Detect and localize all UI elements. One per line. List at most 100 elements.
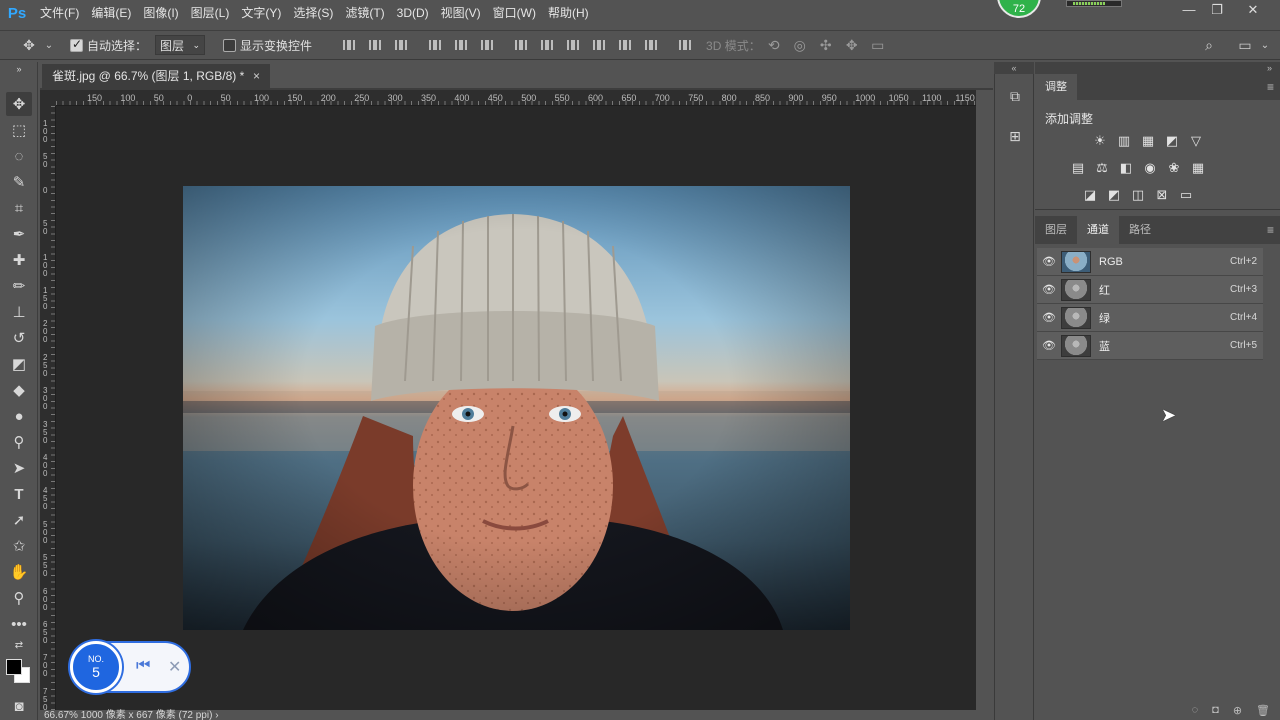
restore-button[interactable]: ❐ [1202, 0, 1232, 20]
foreground-color-swatch[interactable] [6, 659, 22, 675]
show-transform-checkbox[interactable] [223, 38, 237, 52]
gradient-map-icon[interactable]: ▭ [1177, 186, 1195, 204]
search-icon[interactable]: ⌕ [1196, 37, 1222, 54]
document-tab[interactable]: 雀斑.jpg @ 66.7% (图层 1, RGB/8) * × [42, 64, 270, 88]
channel-row-red[interactable]: 👁 红 Ctrl+3 [1037, 276, 1263, 304]
menu-edit[interactable]: 编辑(E) [85, 0, 137, 26]
auto-select-checkbox[interactable] [70, 37, 83, 52]
levels-icon[interactable]: ▥ [1115, 132, 1133, 150]
panel-menu-icon[interactable]: ≡ [1267, 80, 1274, 94]
eraser-tool-icon[interactable]: ◩ [6, 352, 32, 376]
black-white-icon[interactable]: ◧ [1117, 159, 1135, 177]
menu-help[interactable]: 帮助(H) [542, 0, 595, 26]
3d-pan-icon[interactable]: ✣ [813, 37, 839, 54]
lasso-tool-icon[interactable]: ◌ [6, 144, 32, 168]
panel-menu-icon[interactable]: ≡ [1267, 223, 1274, 237]
paint-bucket-tool-icon[interactable]: ◆ [6, 378, 32, 402]
pen-tool-icon[interactable]: ➤ [6, 456, 32, 480]
channel-row-rgb[interactable]: 👁 RGB Ctrl+2 [1037, 248, 1263, 276]
channel-row-blue[interactable]: 👁 蓝 Ctrl+5 [1037, 332, 1263, 360]
menu-file[interactable]: 文件(F) [34, 0, 85, 26]
align-right-icon[interactable] [474, 35, 500, 55]
panels-collapse-icon[interactable]: » [1035, 62, 1280, 74]
auto-align-icon[interactable] [672, 35, 698, 55]
history-brush-tool-icon[interactable]: ↺ [6, 326, 32, 350]
show-transform-toggle[interactable]: 显示变换控件 [223, 37, 312, 54]
horizontal-ruler[interactable]: 150 100 50 0 50 100 150 200 250 300 350 400 450 500 55… [56, 90, 976, 106]
brightness-contrast-icon[interactable]: ☀ [1091, 132, 1109, 150]
invert-icon[interactable]: ◪ [1081, 186, 1099, 204]
distribute-bottom-icon[interactable] [560, 35, 586, 55]
3d-rotate-icon[interactable]: ⟲ [761, 37, 787, 54]
save-selection-icon[interactable]: ◘ [1212, 704, 1219, 720]
path-select-tool-icon[interactable]: ➚ [6, 508, 32, 532]
3d-roll-icon[interactable]: ◎ [787, 37, 813, 54]
align-left-icon[interactable] [422, 35, 448, 55]
dodge-tool-icon[interactable]: ⚲ [6, 430, 32, 454]
crop-tool-icon[interactable]: ⌗ [6, 196, 32, 220]
dock-collapse-icon[interactable]: « [994, 62, 1034, 74]
ruler-corner[interactable] [40, 90, 56, 106]
eyedropper-tool-icon[interactable]: ✒ [6, 222, 32, 246]
menu-filter[interactable]: 滤镜(T) [339, 0, 390, 26]
move-tool-icon[interactable]: ✥ [6, 92, 32, 116]
distribute-left-icon[interactable] [586, 35, 612, 55]
quick-select-tool-icon[interactable]: ✎ [6, 170, 32, 194]
quick-mask-icon[interactable]: ◙ [6, 694, 32, 718]
3d-scale-icon[interactable]: ▭ [865, 37, 891, 54]
zoom-tool-icon[interactable]: ⚲ [6, 586, 32, 610]
eye-icon[interactable]: 👁 [1039, 283, 1059, 296]
curves-icon[interactable]: ▦ [1139, 132, 1157, 150]
swap-colors-icon[interactable]: ⇄ [6, 638, 32, 652]
align-bottom-icon[interactable] [388, 35, 414, 55]
close-window-button[interactable]: ✕ [1238, 0, 1268, 20]
menu-window[interactable]: 窗口(W) [487, 0, 542, 26]
clone-stamp-tool-icon[interactable]: ⊥ [6, 300, 32, 324]
chevron-down-icon[interactable]: ⌄ [1258, 40, 1272, 51]
channel-row-green[interactable]: 👁 绿 Ctrl+4 [1037, 304, 1263, 332]
menu-view[interactable]: 视图(V) [435, 0, 487, 26]
blur-tool-icon[interactable]: ● [6, 404, 32, 428]
selective-color-icon[interactable]: ⊠ [1153, 186, 1171, 204]
properties-panel-icon[interactable]: ⊞ [1005, 126, 1025, 146]
auto-select-target-dropdown[interactable]: 图层 ⌄ [155, 35, 206, 55]
healing-brush-tool-icon[interactable]: ✚ [6, 248, 32, 272]
distribute-vcenter-icon[interactable] [534, 35, 560, 55]
menu-layer[interactable]: 图层(L) [185, 0, 236, 26]
minimize-button[interactable]: — [1174, 0, 1204, 20]
menu-type[interactable]: 文字(Y) [235, 0, 287, 26]
menu-select[interactable]: 选择(S) [287, 0, 339, 26]
type-tool-icon[interactable]: T [6, 482, 32, 506]
eye-icon[interactable]: 👁 [1039, 339, 1059, 352]
hand-tool-icon[interactable]: ✋ [6, 560, 32, 584]
close-icon[interactable]: × [253, 64, 260, 88]
3d-slide-icon[interactable]: ✥ [839, 37, 865, 54]
close-icon[interactable]: ✕ [168, 657, 181, 677]
tab-paths[interactable]: 路径 [1119, 216, 1161, 244]
skip-back-icon[interactable]: ⏮ [136, 657, 150, 675]
document-scrollbar[interactable] [976, 90, 993, 710]
brush-tool-icon[interactable]: ✏ [6, 274, 32, 298]
more-tools-icon[interactable]: ••• [6, 612, 32, 636]
photo-filter-icon[interactable]: ◉ [1141, 159, 1159, 177]
eye-icon[interactable]: 👁 [1039, 311, 1059, 324]
document-image[interactable] [183, 186, 850, 630]
exposure-icon[interactable]: ◩ [1163, 132, 1181, 150]
vibrance-icon[interactable]: ▽ [1187, 132, 1205, 150]
vertical-ruler[interactable]: 100 50 0 50 100 150 200 250 300 350 400 450 500 550 60… [40, 106, 56, 710]
hue-saturation-icon[interactable]: ▤ [1069, 159, 1087, 177]
auto-select-toggle[interactable]: 自动选择： [70, 37, 147, 54]
distribute-hcenter-icon[interactable] [612, 35, 638, 55]
align-top-icon[interactable] [336, 35, 362, 55]
menu-3d[interactable]: 3D(D) [391, 0, 435, 26]
shape-tool-icon[interactable]: ✩ [6, 534, 32, 558]
workspace-icon[interactable]: ▭ [1232, 37, 1258, 54]
align-hcenter-icon[interactable] [448, 35, 474, 55]
eye-icon[interactable]: 👁 [1039, 255, 1059, 268]
tab-layers[interactable]: 图层 [1035, 216, 1077, 244]
distribute-right-icon[interactable] [638, 35, 664, 55]
tab-adjustments[interactable]: 调整 [1035, 74, 1077, 100]
move-icon[interactable]: ✥ [16, 37, 42, 54]
collapse-icon[interactable]: » [6, 64, 32, 74]
chevron-down-icon[interactable]: ⌄ [42, 40, 56, 51]
